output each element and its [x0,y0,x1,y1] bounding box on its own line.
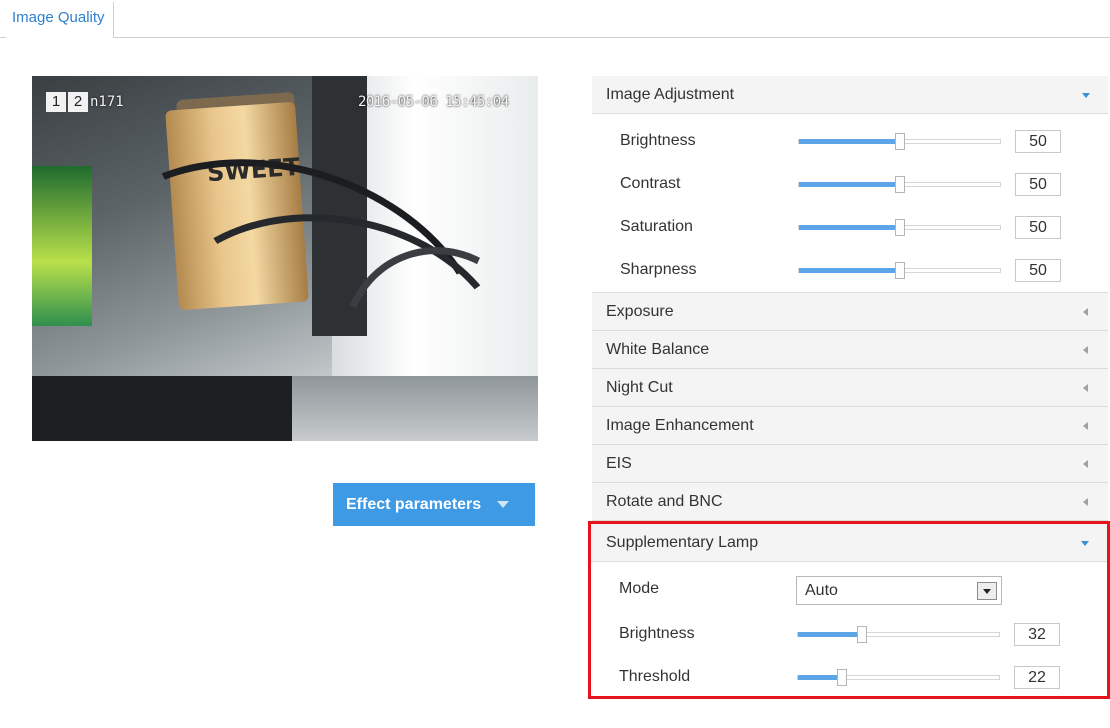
section-header-white-balance[interactable]: White Balance [592,331,1108,369]
setting-row-sharpness: Sharpness 50 [592,249,1108,292]
section-title: Night Cut [606,378,673,396]
supplementary-lamp-highlight: Supplementary Lamp Mode Auto Brightness … [588,521,1110,699]
contrast-value-input[interactable]: 50 [1015,173,1061,196]
setting-row-contrast: Contrast 50 [592,163,1108,206]
section-title: Image Adjustment [606,85,735,103]
sharpness-slider[interactable] [798,262,1001,279]
setting-label: Threshold [619,668,691,685]
channel-box-1: 1 [46,92,66,112]
effect-parameters-label: Effect parameters [346,495,482,513]
section-title: Image Enhancement [606,416,754,434]
settings-panel: Image Adjustment Brightness 50 Contrast … [588,76,1110,699]
section-header-night-cut[interactable]: Night Cut [592,369,1108,407]
slider-fill [799,268,900,273]
setting-row-threshold: Threshold 22 [591,656,1107,696]
tab-image-quality[interactable]: Image Quality [6,2,114,38]
section-header-exposure[interactable]: Exposure [592,293,1108,331]
slider-thumb[interactable] [895,133,905,150]
slider-thumb[interactable] [895,262,905,279]
section-header-image-adjustment[interactable]: Image Adjustment [592,76,1108,114]
section-title: EIS [606,454,632,472]
setting-row-lamp-brightness: Brightness 32 [591,613,1107,656]
saturation-slider[interactable] [798,219,1001,236]
slider-fill [799,139,900,144]
channel-box-2: 2 [68,92,88,112]
setting-label: Brightness [619,625,695,642]
slider-thumb[interactable] [857,626,867,643]
section-header-eis[interactable]: EIS [592,445,1108,483]
lamp-brightness-value-input[interactable]: 32 [1014,623,1060,646]
slider-fill [799,225,900,230]
setting-label: Saturation [620,218,693,235]
threshold-value-input[interactable]: 22 [1014,666,1060,689]
slider-thumb[interactable] [895,176,905,193]
osd-camera-name: n171 [90,94,124,110]
dropdown-arrow-icon[interactable] [977,582,997,600]
setting-label: Brightness [620,132,696,149]
section-header-rotate-bnc[interactable]: Rotate and BNC [592,483,1108,521]
setting-label: Mode [619,580,660,597]
collapse-arrow-icon [1083,346,1088,354]
expand-arrow-icon [1082,93,1090,98]
setting-row-saturation: Saturation 50 [592,206,1108,249]
section-title: Supplementary Lamp [606,533,759,551]
slider-thumb[interactable] [895,219,905,236]
collapse-arrow-icon [1083,308,1088,316]
mode-select-value: Auto [805,582,838,599]
setting-row-brightness: Brightness 50 [592,120,1108,163]
expand-arrow-icon [1081,541,1089,546]
collapse-arrow-icon [1083,384,1088,392]
slider-thumb[interactable] [837,669,847,686]
caret-down-icon [497,501,510,508]
mode-select[interactable]: Auto [796,576,1002,605]
section-title: White Balance [606,340,710,358]
image-adjustment-body: Brightness 50 Contrast 50 Saturation 50 [592,114,1108,293]
collapse-arrow-icon [1083,498,1088,506]
slider-fill [798,632,862,637]
sharpness-value-input[interactable]: 50 [1015,259,1061,282]
brightness-slider[interactable] [798,133,1001,150]
threshold-slider[interactable] [797,669,1000,686]
collapse-arrow-icon [1083,460,1088,468]
setting-label: Sharpness [620,261,697,278]
video-preview[interactable]: SWEET 1 2 n171 2016-05-06 15:45:04 [32,76,538,441]
setting-row-mode: Mode Auto [591,568,1107,613]
saturation-value-input[interactable]: 50 [1015,216,1061,239]
tab-bar: Image Quality [0,0,1110,38]
section-header-supplementary-lamp[interactable]: Supplementary Lamp [591,524,1107,562]
slider-fill [799,182,900,187]
brightness-value-input[interactable]: 50 [1015,130,1061,153]
supplementary-lamp-body: Mode Auto Brightness 32 Threshold 22 [591,562,1107,696]
section-title: Rotate and BNC [606,492,723,510]
section-title: Exposure [606,302,674,320]
setting-label: Contrast [620,175,681,192]
osd-timestamp: 2016-05-06 15:45:04 [358,94,509,110]
contrast-slider[interactable] [798,176,1001,193]
section-header-image-enhancement[interactable]: Image Enhancement [592,407,1108,445]
effect-parameters-button[interactable]: Effect parameters [333,483,535,526]
slider-fill [798,675,842,680]
lamp-brightness-slider[interactable] [797,626,1000,643]
collapse-arrow-icon [1083,422,1088,430]
